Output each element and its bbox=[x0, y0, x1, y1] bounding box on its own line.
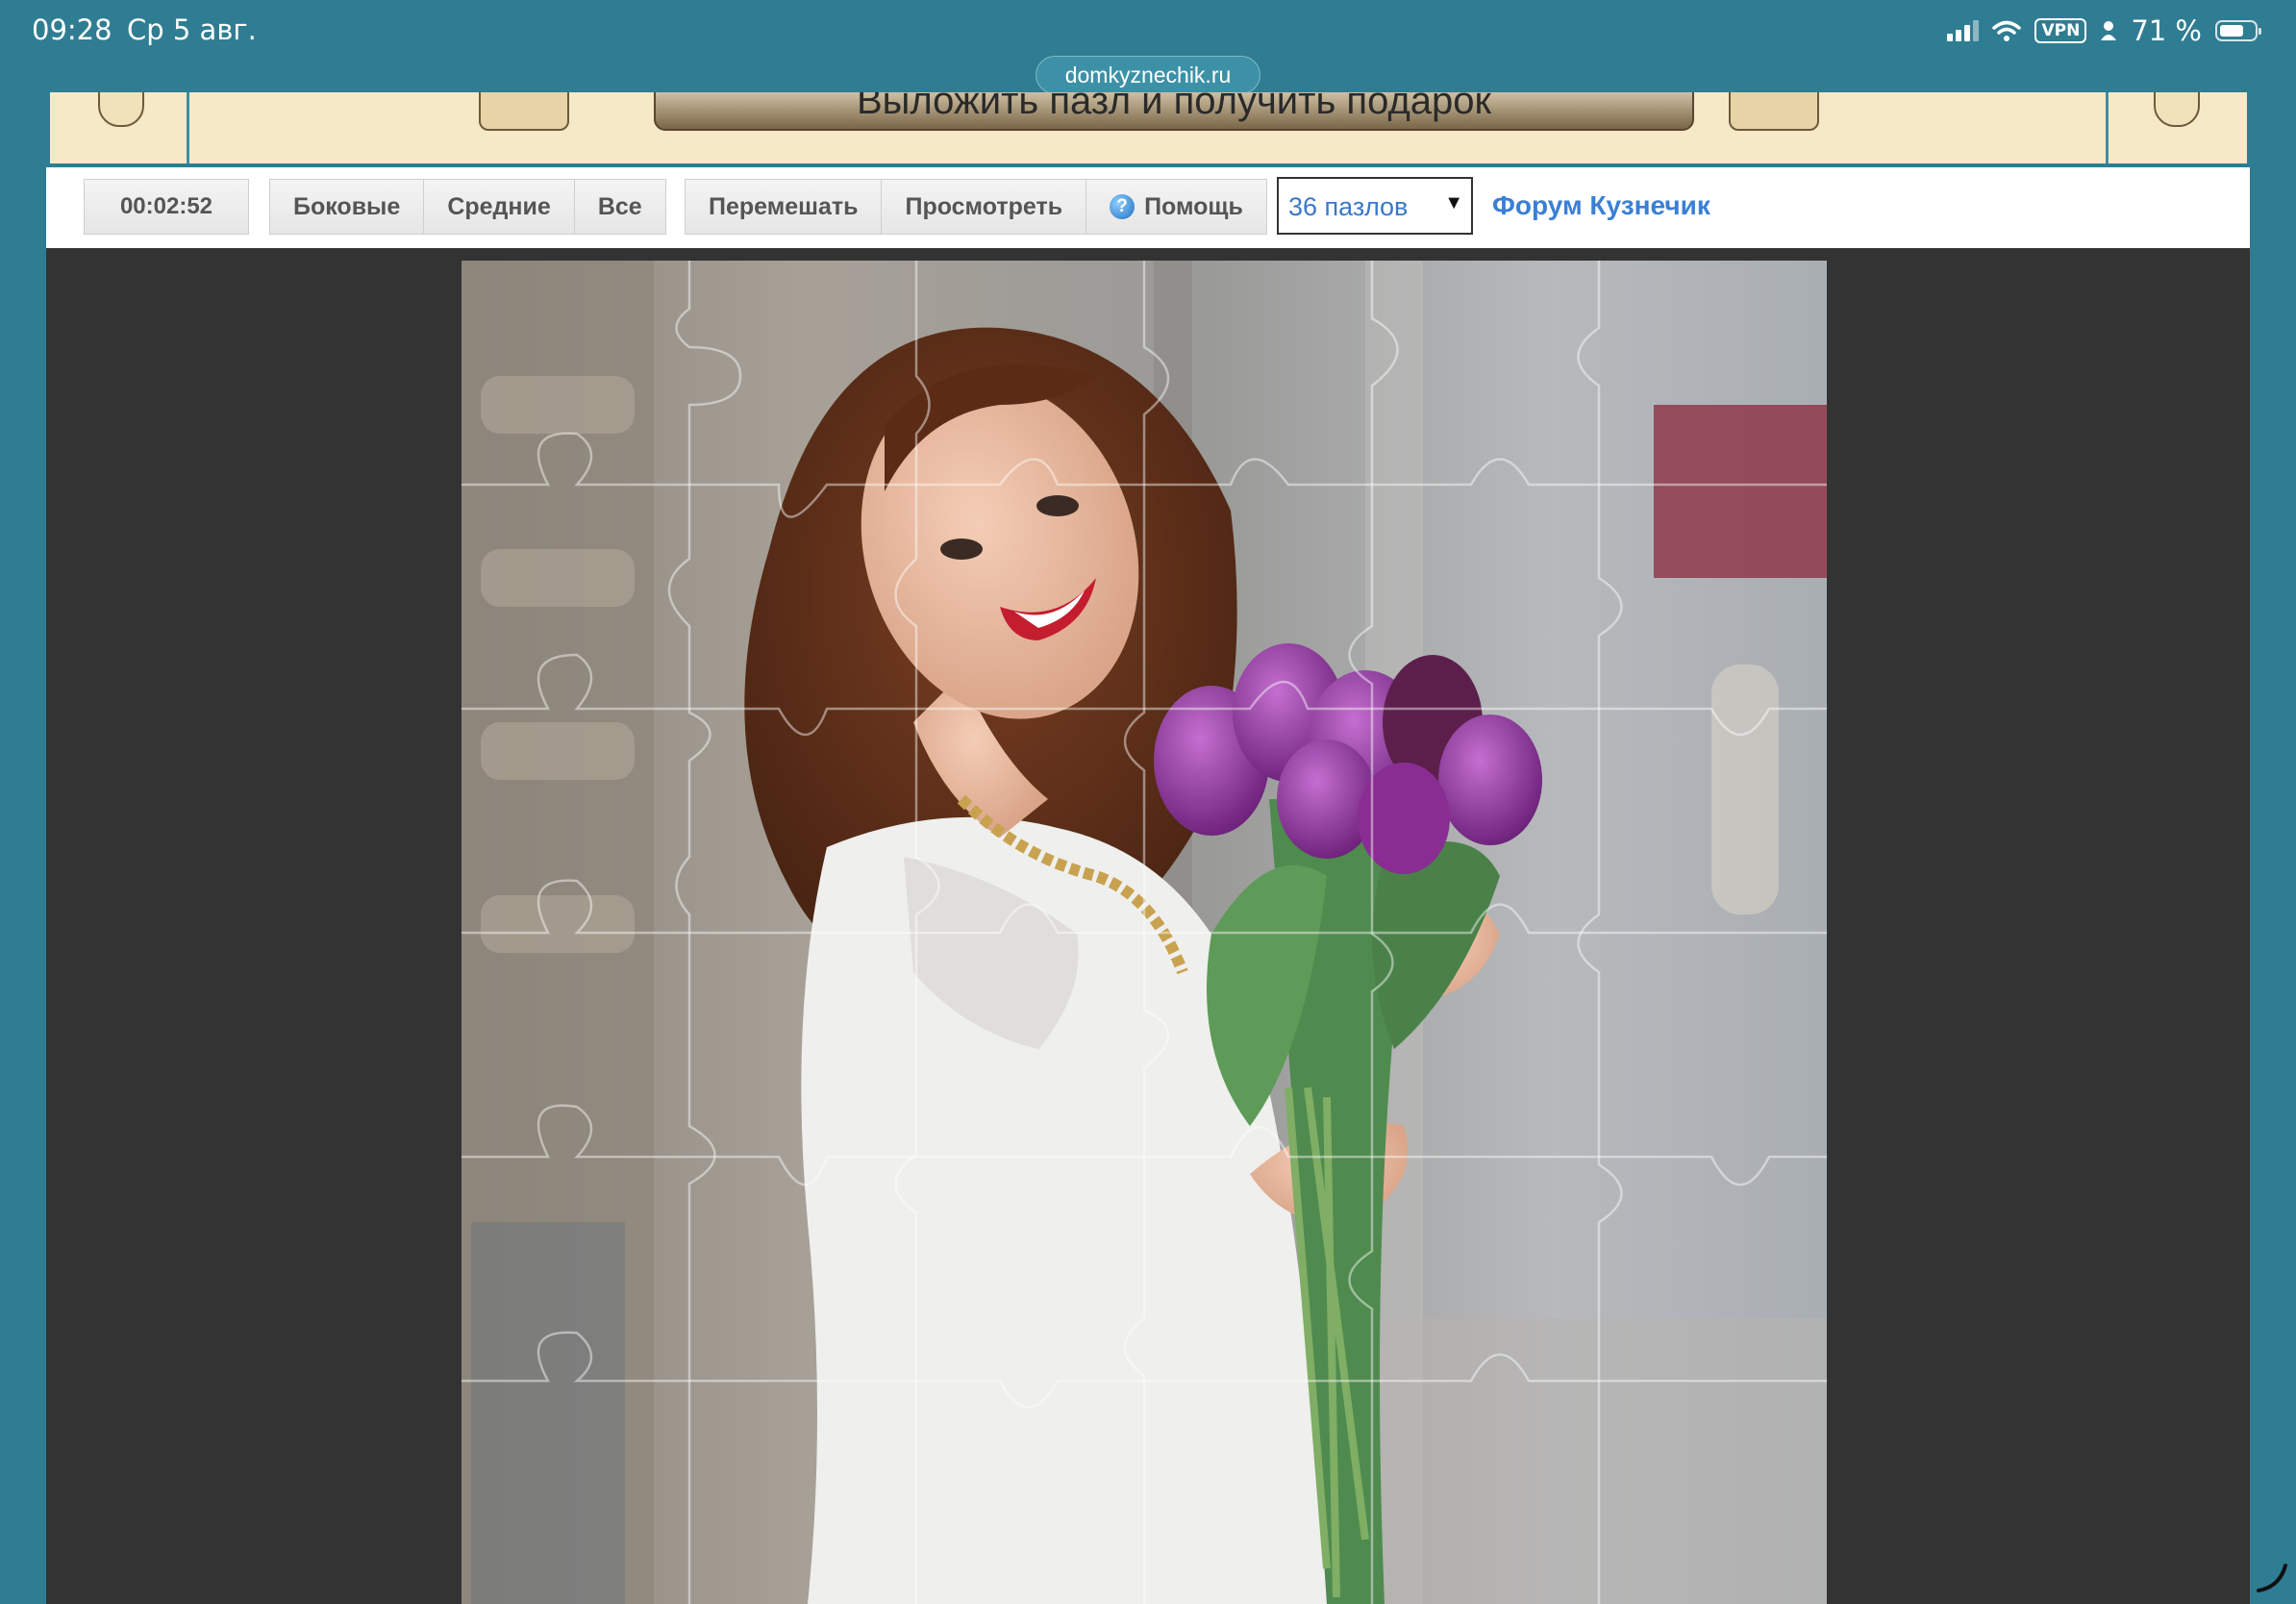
gift-icon bbox=[1729, 92, 1819, 131]
vpn-badge: VPN bbox=[2034, 18, 2087, 43]
banner-divider bbox=[2106, 92, 2109, 163]
all-pieces-button[interactable]: Все bbox=[574, 180, 665, 234]
help-icon: ? bbox=[1110, 194, 1136, 219]
banner-divider bbox=[187, 92, 189, 163]
timer-box: 00:02:52 bbox=[84, 179, 249, 235]
status-date: Ср 5 авг. bbox=[127, 13, 257, 46]
resize-handle-icon[interactable] bbox=[2255, 1560, 2289, 1594]
action-group: Перемешать Просмотреть ? Помощь bbox=[685, 179, 1267, 235]
url-bar[interactable]: domkyznechik.ru bbox=[1036, 56, 1260, 94]
forum-link[interactable]: Форум Кузнечик bbox=[1492, 190, 1710, 221]
filter-group: Боковые Средние Все bbox=[269, 179, 666, 235]
shuffle-button[interactable]: Перемешать bbox=[686, 180, 883, 234]
status-icons: VPN 71 % bbox=[1947, 13, 2261, 48]
promo-banner: Выложить пазл и получить подарок bbox=[50, 92, 2247, 163]
banner-plaque[interactable]: Выложить пазл и получить подарок bbox=[654, 92, 1694, 131]
cellular-signal-icon bbox=[1947, 20, 1980, 41]
battery-icon bbox=[2215, 20, 2261, 41]
puzzle-toolbar: 00:02:52 Боковые Средние Все Перемешать … bbox=[46, 167, 2250, 248]
help-label: Помощь bbox=[1144, 192, 1243, 220]
help-button[interactable]: ? Помощь bbox=[1086, 180, 1266, 234]
wifi-icon bbox=[1992, 20, 2022, 41]
middle-pieces-button[interactable]: Средние bbox=[424, 180, 575, 234]
puzzle-board bbox=[46, 248, 2250, 1604]
puzzle-image[interactable] bbox=[462, 261, 1827, 1604]
status-time: 09:28 bbox=[32, 13, 112, 46]
person-icon bbox=[2101, 21, 2117, 40]
dropdown-arrow-icon: ▼ bbox=[1444, 192, 1463, 213]
banner-ornament bbox=[98, 92, 144, 127]
pieces-count-value: 36 пазлов bbox=[1288, 192, 1409, 221]
pieces-count-select[interactable]: 36 пазлов ▼ bbox=[1277, 177, 1473, 235]
battery-percentage: 71 % bbox=[2131, 14, 2202, 47]
edge-pieces-button[interactable]: Боковые bbox=[270, 180, 425, 234]
gift-icon bbox=[479, 92, 569, 131]
status-bar: 09:28 Ср 5 авг. VPN 71 % bbox=[0, 0, 2296, 62]
preview-button[interactable]: Просмотреть bbox=[882, 180, 1087, 234]
timer: 00:02:52 bbox=[85, 180, 248, 234]
banner-ornament bbox=[2154, 92, 2200, 127]
